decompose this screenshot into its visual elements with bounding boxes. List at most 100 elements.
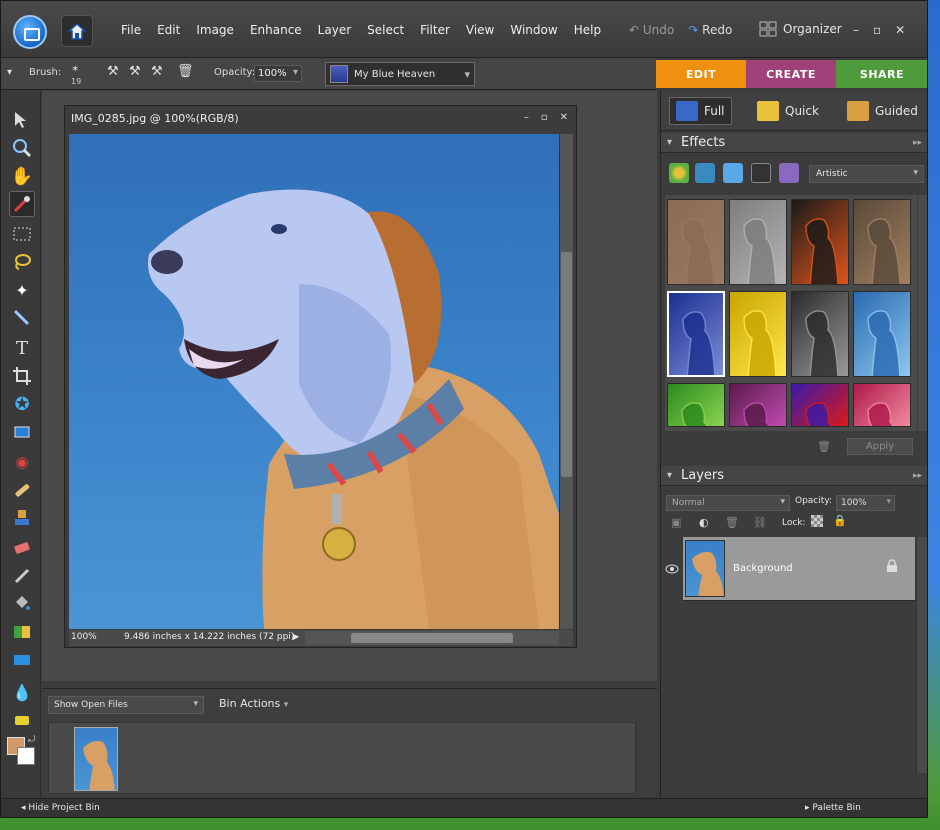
organizer-button[interactable]: Organizer <box>759 21 842 37</box>
panel-menu-icon[interactable]: ▸▸ <box>913 138 922 148</box>
minimize-icon[interactable]: – <box>853 23 859 37</box>
layers-scrollbar[interactable] <box>916 537 927 773</box>
image-canvas[interactable] <box>69 134 559 629</box>
link-layers-icon[interactable]: ⛓ <box>753 516 767 529</box>
close-icon[interactable]: ✕ <box>895 23 905 37</box>
magic-wand-new-icon[interactable]: ⚒ <box>107 64 119 79</box>
horizontal-scrollbar[interactable] <box>305 631 559 645</box>
layer-opacity-field[interactable]: 100% <box>836 495 895 511</box>
swap-colors-icon[interactable]: ⤾ <box>28 735 36 745</box>
move-tool-icon[interactable] <box>9 107 35 133</box>
tab-edit[interactable]: EDIT <box>656 60 746 88</box>
opacity-field[interactable]: 100% <box>254 65 302 82</box>
palette-bin-button[interactable]: ▸ Palette Bin <box>805 803 861 813</box>
undo-button[interactable]: ↶ Undo <box>629 23 674 37</box>
eye-icon[interactable] <box>661 537 683 601</box>
menu-help[interactable]: Help <box>566 23 609 37</box>
eyedropper-tool-icon[interactable] <box>9 191 35 217</box>
magic-wand-add-icon[interactable]: ⚒ <box>129 64 141 79</box>
sponge-tool-icon[interactable] <box>9 707 35 733</box>
menu-view[interactable]: View <box>458 23 502 37</box>
preset-dropdown[interactable]: My Blue Heaven ▾ <box>325 62 475 86</box>
effects-scrollbar[interactable] <box>918 195 927 431</box>
menu-file[interactable]: File <box>113 23 149 37</box>
redo-button[interactable]: ↷ Redo <box>688 23 732 37</box>
healing-brush-tool-icon[interactable] <box>9 477 35 503</box>
lock-all-icon[interactable]: 🔒 <box>833 514 847 527</box>
vertical-scrollbar[interactable] <box>559 134 573 629</box>
effect-thumbnail[interactable] <box>729 383 787 427</box>
shape-tool-icon[interactable]: ✪ <box>9 391 35 417</box>
brush-tool-icon[interactable] <box>9 563 35 589</box>
apply-button[interactable]: Apply <box>847 438 913 455</box>
effects-category-dropdown[interactable]: Artistic <box>809 165 924 183</box>
doc-close-icon[interactable]: ✕ <box>560 112 568 123</box>
menu-filter[interactable]: Filter <box>412 23 458 37</box>
trash-icon[interactable]: 🗑 <box>177 64 194 79</box>
layer-styles-icon[interactable] <box>695 163 715 183</box>
doc-maximize-icon[interactable]: ▫ <box>541 112 548 123</box>
magic-wand-tool-icon[interactable]: ✦ <box>9 277 35 303</box>
effect-thumbnail[interactable] <box>729 291 787 377</box>
hide-project-bin-button[interactable]: ◂ Hide Project Bin <box>21 803 100 813</box>
hand-tool-icon[interactable]: ✋ <box>9 163 35 189</box>
all-effects-icon[interactable] <box>779 163 799 183</box>
scroll-thumb[interactable] <box>561 252 572 477</box>
blend-mode-dropdown[interactable]: Normal <box>666 495 790 511</box>
effect-thumbnail[interactable] <box>791 291 849 377</box>
shape-rectangle-icon[interactable] <box>9 647 35 673</box>
effect-thumbnail[interactable] <box>791 199 849 285</box>
edit-mode-guided[interactable]: Guided <box>841 97 924 125</box>
maximize-icon[interactable]: ▫ <box>873 23 881 37</box>
type-tool-icon[interactable]: T <box>9 335 35 361</box>
effect-thumbnail[interactable] <box>667 199 725 285</box>
edit-mode-full[interactable]: Full <box>669 97 732 125</box>
bin-actions-menu[interactable]: Bin Actions ▾ <box>219 697 288 710</box>
new-layer-icon[interactable]: ▣ <box>671 516 681 529</box>
doc-minimize-icon[interactable]: – <box>524 112 529 123</box>
delete-layer-icon[interactable]: 🗑 <box>725 516 739 529</box>
marquee-tool-icon[interactable] <box>9 221 35 247</box>
menu-window[interactable]: Window <box>502 23 565 37</box>
show-files-dropdown[interactable]: Show Open Files <box>48 696 204 714</box>
hscroll-thumb[interactable] <box>351 633 513 643</box>
layer-row-background[interactable]: Background <box>661 537 915 601</box>
menu-edit[interactable]: Edit <box>149 23 188 37</box>
lock-transparent-icon[interactable] <box>811 515 823 527</box>
delete-effect-icon[interactable]: 🗑 <box>817 440 831 453</box>
quick-selection-tool-icon[interactable] <box>9 305 35 331</box>
effect-thumbnail[interactable] <box>729 199 787 285</box>
options-menu-icon[interactable]: ▾ <box>7 67 12 78</box>
brush-preview-icon[interactable]: ✶ <box>71 64 79 75</box>
panel-menu-icon[interactable]: ▸▸ <box>913 471 922 481</box>
tab-share[interactable]: SHARE <box>836 60 927 88</box>
menu-layer[interactable]: Layer <box>310 23 359 37</box>
clone-stamp-tool-icon[interactable] <box>9 505 35 531</box>
red-eye-tool-icon[interactable]: ◉ <box>9 449 35 475</box>
status-menu-icon[interactable]: ▶ <box>293 632 299 641</box>
filters-icon[interactable] <box>669 163 689 183</box>
lasso-tool-icon[interactable] <box>9 249 35 275</box>
crop-tool-icon[interactable] <box>9 363 35 389</box>
eraser-tool-icon[interactable] <box>9 535 35 561</box>
effect-thumbnail[interactable] <box>853 199 911 285</box>
bin-thumbnail[interactable] <box>74 727 118 791</box>
background-color-swatch[interactable] <box>17 747 35 765</box>
recompose-tool-icon[interactable] <box>9 419 35 445</box>
adjustment-layer-icon[interactable]: ◐ <box>699 516 709 529</box>
effects-panel-header[interactable]: Effects ▸▸ <box>661 133 927 153</box>
paint-bucket-tool-icon[interactable] <box>9 591 35 617</box>
effect-thumbnail-selected[interactable] <box>667 291 725 377</box>
menu-select[interactable]: Select <box>359 23 412 37</box>
menu-image[interactable]: Image <box>188 23 242 37</box>
artistic-effects-icon[interactable] <box>751 163 771 183</box>
photo-effects-icon[interactable] <box>723 163 743 183</box>
effect-thumbnail[interactable] <box>853 291 911 377</box>
zoom-tool-icon[interactable] <box>9 135 35 161</box>
effect-thumbnail[interactable] <box>791 383 849 427</box>
gradient-tool-icon[interactable] <box>9 619 35 645</box>
edit-mode-quick[interactable]: Quick <box>751 97 825 125</box>
blur-tool-icon[interactable]: 💧 <box>9 679 35 705</box>
tab-create[interactable]: CREATE <box>746 60 836 88</box>
effect-thumbnail[interactable] <box>667 383 725 427</box>
